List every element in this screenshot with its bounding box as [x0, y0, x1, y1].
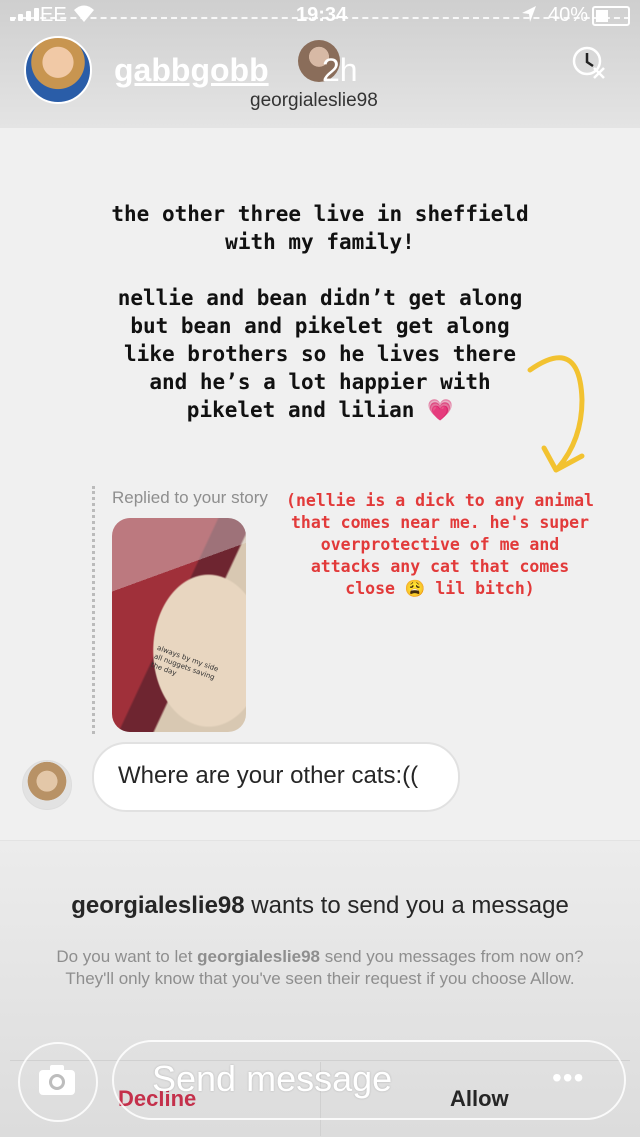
request-desc-username: georgialeslie98	[197, 947, 320, 966]
more-options-button[interactable]: •••	[552, 1062, 584, 1094]
carrier-label: EE	[40, 4, 67, 26]
story-text: the other three live in sheffield with m…	[100, 200, 540, 424]
close-icon	[572, 46, 605, 79]
battery-level	[596, 10, 608, 22]
curved-arrow-icon	[527, 355, 585, 473]
story-paragraph-2: nellie and bean didn’t get along but bea…	[100, 284, 540, 424]
request-title: georgialeslie98 wants to send you a mess…	[0, 892, 640, 920]
location-arrow-icon	[520, 4, 538, 30]
request-username: georgialeslie98	[71, 892, 245, 919]
replied-to-story-label: Replied to your story	[112, 488, 268, 507]
battery-percent: 40%	[548, 4, 589, 26]
camera-icon	[39, 1065, 75, 1095]
sender-username: georgialeslie98	[250, 90, 378, 111]
request-title-text: wants to send you a message	[244, 892, 569, 919]
story-paragraph-1: the other three live in sheffield with m…	[111, 202, 529, 254]
send-message-placeholder: Send message	[152, 1058, 393, 1099]
message-bubble: Where are your other cats:((	[92, 742, 460, 812]
story-paragraph-2-text: nellie and bean didn’t get along but bea…	[117, 286, 523, 422]
message-text: Where are your other cats:((	[118, 762, 419, 789]
pink-heart-emoji: 💗	[427, 398, 454, 422]
status-bar: EE 19:34 40%	[0, 0, 640, 32]
story-author-avatar[interactable]	[24, 36, 92, 104]
close-button[interactable]	[572, 46, 606, 80]
request-desc-prefix: Do you want to let	[56, 947, 198, 966]
message-sender-avatar[interactable]	[22, 760, 72, 810]
story-red-note: (nellie is a dick to any animal that com…	[286, 491, 594, 598]
story-thumbnail[interactable]	[112, 518, 246, 732]
request-description: Do you want to let georgialeslie98 send …	[50, 946, 590, 990]
reply-dotted-line	[92, 486, 95, 734]
camera-button[interactable]	[18, 1042, 98, 1122]
status-time: 19:34	[296, 4, 348, 26]
wifi-icon	[72, 2, 96, 30]
signal-icon	[10, 8, 39, 21]
story-time-ago: 2h	[322, 52, 358, 88]
story-author-username[interactable]: gabbgobb	[114, 52, 269, 89]
